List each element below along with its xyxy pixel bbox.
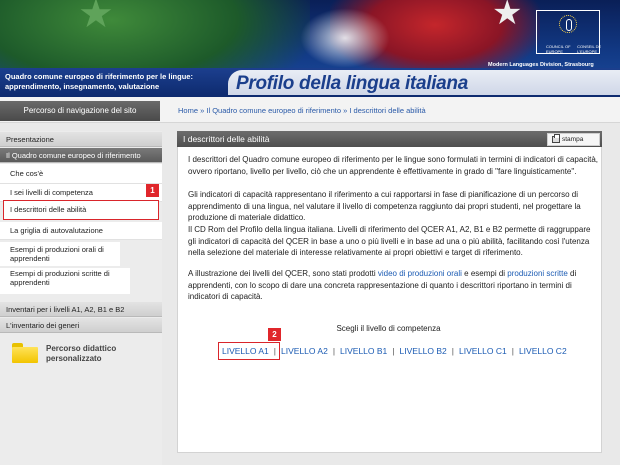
level-separator: |: [511, 346, 514, 356]
breadcrumb-separator: »: [343, 106, 348, 115]
level-c1-link[interactable]: LIVELLO C1: [457, 346, 509, 356]
p4-text-mid: e esempi di: [461, 269, 508, 278]
level-b1-link[interactable]: LIVELLO B1: [338, 346, 389, 356]
coe-logo-text: COUNCIL OF EUROPE CONSEIL DE L'EUROPE: [546, 44, 607, 54]
percorso-didattico-link[interactable]: Percorso didattico personalizzato: [46, 344, 116, 364]
division-label: Modern Languages Division, Strasbourg: [488, 62, 594, 68]
navigation-label: Percorso di navigazione del sito: [0, 101, 160, 121]
level-separator: |: [392, 346, 395, 356]
paragraph-intro: I descrittori del Quadro comune europeo …: [188, 155, 598, 176]
print-label: stampa: [562, 136, 584, 143]
coe-text-en: COUNCIL OF EUROPE: [546, 44, 571, 54]
subtitle-line-1: Quadro comune europeo di riferimento per…: [5, 72, 193, 81]
paragraph-indicatori: Gli indicatori di capacità rappresentano…: [188, 190, 581, 222]
annotation-badge-1: 1: [146, 184, 159, 197]
video-produzioni-orali-link[interactable]: video di produzioni orali: [378, 269, 462, 278]
paragraph-illustrazione: A illustrazione dei livelli del QCER, so…: [188, 268, 598, 303]
p4-text-pre: A illustrazione dei livelli del QCER, so…: [188, 269, 378, 278]
sidebar-item-produzioni-scritte[interactable]: Esempi di produzioni scritte di apprende…: [0, 268, 130, 294]
produzioni-scritte-link[interactable]: produzioni scritte: [507, 269, 567, 278]
star-icon: ★: [492, 0, 523, 32]
header-subtitle: Quadro comune europeo di riferimento per…: [5, 72, 225, 92]
content-title: I descrittori delle abilità: [183, 134, 270, 144]
level-c2-link[interactable]: LIVELLO C2: [517, 346, 569, 356]
level-separator: |: [451, 346, 454, 356]
sidebar-section-presentazione[interactable]: Presentazione: [0, 132, 162, 147]
sidebar-item-che-cose[interactable]: Che cos'è: [0, 164, 162, 184]
star-icon: ★: [78, 0, 114, 36]
breadcrumb-current: I descrittori delle abilità: [349, 106, 426, 115]
folder-icon[interactable]: [12, 343, 38, 363]
site-header: ★ ★ Quadro comune europeo di riferimento…: [0, 0, 620, 97]
sidebar-item-produzioni-orali[interactable]: Esempi di produzioni orali di apprendent…: [0, 242, 120, 266]
site-title: Profilo della lingua italiana: [236, 73, 469, 94]
sidebar-section-quadro[interactable]: Il Quadro comune europeo di riferimento: [0, 148, 162, 163]
sidebar-section-inventari[interactable]: Inventari per i livelli A1, A2, B1 e B2: [0, 302, 162, 317]
breadcrumb-quadro[interactable]: Il Quadro comune europeo di riferimento: [206, 106, 341, 115]
print-button[interactable]: stampa: [547, 133, 600, 146]
sidebar-item-griglia[interactable]: La griglia di autovalutazione: [0, 222, 162, 240]
percorso-line-1: Percorso didattico: [46, 344, 117, 353]
annotation-badge-2: 2: [268, 328, 281, 341]
coe-stars-icon: [559, 15, 577, 33]
annotation-highlight-a1: [218, 342, 280, 360]
header-white-glow: [300, 8, 390, 68]
percorso-line-2: personalizzato: [46, 354, 102, 363]
choose-level-label: Scegli il livello di competenza: [336, 324, 441, 333]
subtitle-line-2: apprendimento, insegnamento, valutazione: [5, 82, 160, 91]
level-separator: |: [332, 346, 336, 356]
breadcrumb-separator: »: [200, 106, 205, 115]
breadcrumb: Home » Il Quadro comune europeo di rifer…: [178, 106, 426, 115]
paragraph-cd-rom: Il CD Rom del Profilo della lingua itali…: [188, 225, 591, 257]
level-a2-link[interactable]: LIVELLO A2: [279, 346, 330, 356]
printer-icon: [552, 134, 560, 143]
coe-text-fr: CONSEIL DE L'EUROPE: [577, 44, 602, 54]
level-b2-link[interactable]: LIVELLO B2: [398, 346, 449, 356]
sidebar-section-generi[interactable]: L'inventario dei generi: [0, 318, 162, 333]
breadcrumb-home[interactable]: Home: [178, 106, 198, 115]
sidebar-item-descrittori[interactable]: I descrittori delle abilità: [3, 200, 159, 220]
